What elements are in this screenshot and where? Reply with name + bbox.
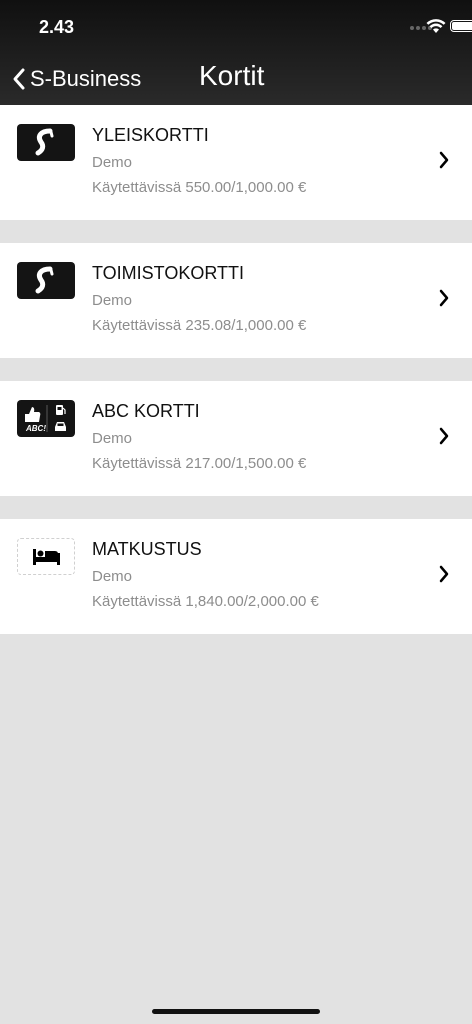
card-name: MATKUSTUS: [92, 539, 202, 559]
chevron-right-icon: [439, 565, 449, 583]
wifi-icon: [426, 19, 446, 33]
card-availability: Käytettävissä 1,840.00/2,000.00 €: [92, 593, 319, 610]
chevron-right-icon: [439, 151, 449, 169]
card-name: ABC KORTTI: [92, 401, 200, 421]
s-logo-icon: [17, 262, 75, 299]
status-time: 2.43: [39, 17, 75, 37]
card-subtitle: Demo: [92, 568, 133, 585]
page-title: Kortit: [199, 60, 265, 91]
home-indicator[interactable]: [152, 1009, 320, 1014]
card-row-matkustus[interactable]: MATKUSTUS Demo Käytettävissä 1,840.00/2,…: [0, 519, 472, 634]
s-logo-icon: [17, 124, 75, 161]
header: 2.43 S-Business Kortit: [0, 0, 472, 105]
battery-icon: [450, 20, 472, 32]
bed-icon: [17, 538, 75, 575]
abc-logo-text: ABC!: [26, 424, 46, 433]
card-subtitle: Demo: [92, 430, 133, 447]
card-availability: Käytettävissä 217.00/1,500.00 €: [92, 455, 307, 472]
card-row-abc-kortti[interactable]: ABC! ABC KORTTI Demo Käytettävissä 217.0…: [0, 381, 472, 496]
card-subtitle: Demo: [92, 292, 133, 309]
chevron-right-icon: [439, 427, 449, 445]
back-label: S-Business: [30, 66, 142, 91]
chevron-right-icon: [439, 289, 449, 307]
card-name: TOIMISTOKORTTI: [92, 263, 245, 283]
card-row-yleiskortti[interactable]: YLEISKORTTI Demo Käytettävissä 550.00/1,…: [0, 105, 472, 220]
card-row-toimistokortti[interactable]: TOIMISTOKORTTI Demo Käytettävissä 235.08…: [0, 243, 472, 358]
abc-card-icon: ABC!: [17, 400, 75, 437]
card-availability: Käytettävissä 550.00/1,000.00 €: [92, 179, 307, 196]
card-name: YLEISKORTTI: [92, 125, 209, 145]
chevron-left-icon: [13, 68, 25, 90]
card-availability: Käytettävissä 235.08/1,000.00 €: [92, 317, 307, 334]
card-subtitle: Demo: [92, 154, 133, 171]
back-button[interactable]: S-Business: [12, 62, 141, 96]
